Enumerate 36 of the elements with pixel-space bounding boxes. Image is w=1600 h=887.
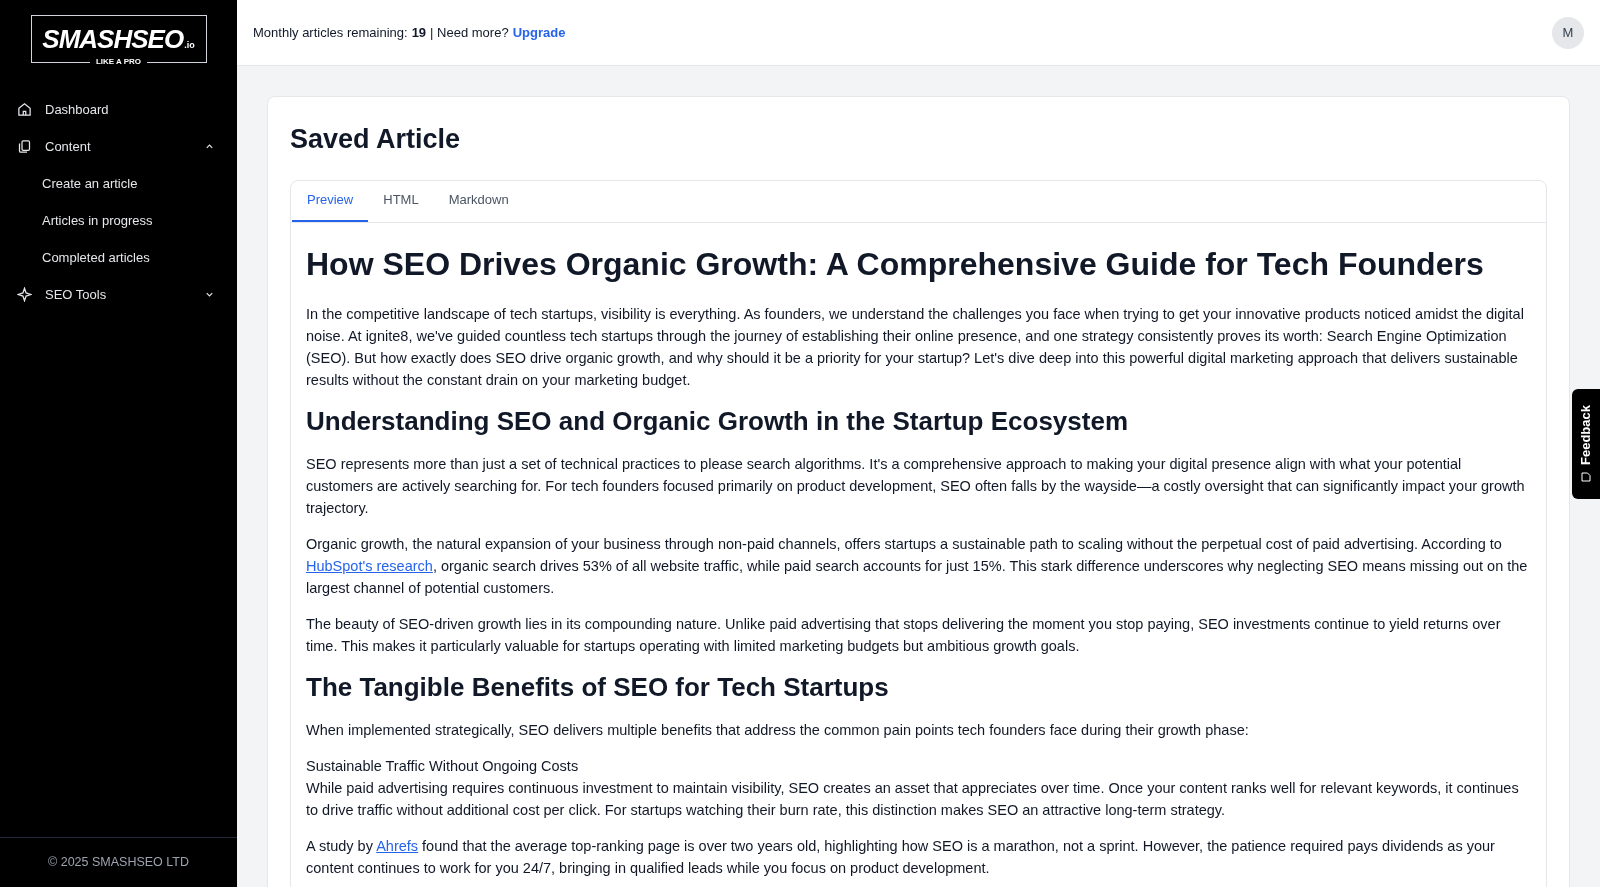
paragraph: When implemented strategically, SEO delivers multiple benefits that address the common pain points tech founders face during their growth phase:	[306, 720, 1250, 740]
paragraph: In the competitive landscape of tech startups, visibility is everything. As founders, we understand the challenges you face when trying to get your innovative products noticed amidst the digital noise. At ignite8, we've guided countless tech startups through the journey of establishing their online presence, and one strategy consistently proves its worth: Search Engine Optimization (SEO). But how exactly does SEO drive organic growth, and why should it be a priority for your startup? Let's dive deep into this powerful digital marketing approach that delivers sustainable results without the constant drain on your marketing budget.	[306, 304, 1525, 390]
paragraph: While paid advertising requires continuous investment to maintain visibility, SEO creates an asset that appreciates over time. Once your content ranks well for relevant keywords, it continues to drive traffic without additional cost per click. For startups watching their burn rate, this distinction makes SEO an attractive long-term strategy.	[306, 778, 1520, 820]
paragraph: A study by Ahrefs found that the average top-ranking page is over two years old, highlighting how SEO is a marathon, not a sprint. However, the patience required pays dividends as your content continues to work for you 24/7, bringing in qualified leads while you focus on product development.	[306, 836, 1496, 878]
section-heading: The Tangible Benefits of SEO for Tech Startups	[306, 670, 890, 703]
submenu-item[interactable]: Completed articles	[0, 239, 237, 276]
submenu-item[interactable]: Articles in progress	[0, 202, 237, 239]
inline-link[interactable]: HubSpot's research	[306, 557, 433, 574]
tab[interactable]: HTML	[368, 180, 434, 222]
logo-suffix: .io	[184, 39, 195, 52]
upgrade-link[interactable]: Upgrade	[512, 22, 566, 43]
copyright-text: © 2025 SMASHSEO LTD	[48, 854, 189, 872]
sidebar-item[interactable]: Content	[0, 128, 237, 165]
user-avatar[interactable]: M	[1552, 16, 1584, 49]
paragraph: Organic growth, the natural expansion of your business through non-paid channels, offers startups a sustainable path to scaling without the perpetual cost of paid advertising. According to HubSpot's research, organic search drives 53% of all website traffic, while paid search accounts for just 15%. This stark difference underscores why neglecting SEO means missing out on the largest channel of potential customers.	[306, 534, 1529, 598]
quota-label: Monthly articles remaining:	[253, 23, 408, 42]
quota-count: 19	[411, 23, 427, 42]
tab[interactable]: Preview	[292, 180, 369, 222]
paragraph: SEO represents more than just a set of technical practices to please search algorithms. It's a comprehensive approach to making your digital presence align with what your potential customers are actively searching for. For tech founders focused primarily on product development, SEO often falls by the wayside—a costly oversight that can significantly impact your growth trajectory.	[306, 454, 1526, 518]
logo-wordmark: SMASHSEO	[42, 26, 184, 52]
section-heading: Understanding SEO and Organic Growth in the Startup Ecosystem	[306, 404, 1129, 437]
feedback-tab[interactable]: Feedback	[1572, 389, 1600, 499]
sidebar-item[interactable]: SEO Tools	[0, 276, 237, 313]
tab[interactable]: Markdown	[433, 180, 524, 222]
submenu-item[interactable]: Create an article	[0, 165, 237, 202]
home-icon	[17, 102, 32, 117]
sparkle-icon	[17, 287, 32, 302]
paragraph: The beauty of SEO-driven growth lies in its compounding nature. Unlike paid advertising that stops delivering the moment you stop paying, SEO investments continue to yield returns over time. This makes it particularly valuable for startups operating with limited marketing budgets but ambitious growth goals.	[306, 614, 1502, 656]
need-more-text: | Need more?	[430, 23, 509, 42]
page-title: Saved Article	[290, 123, 462, 156]
inline-link[interactable]: Ahrefs	[376, 837, 419, 854]
documents-icon	[17, 139, 32, 154]
subheading: Sustainable Traffic Without Ongoing Costs	[306, 756, 580, 776]
note-icon	[1580, 471, 1592, 483]
sidebar-item[interactable]: Dashboard	[0, 91, 237, 128]
article-heading: How SEO Drives Organic Growth: A Comprehensive Guide for Tech Founders	[306, 244, 1485, 283]
